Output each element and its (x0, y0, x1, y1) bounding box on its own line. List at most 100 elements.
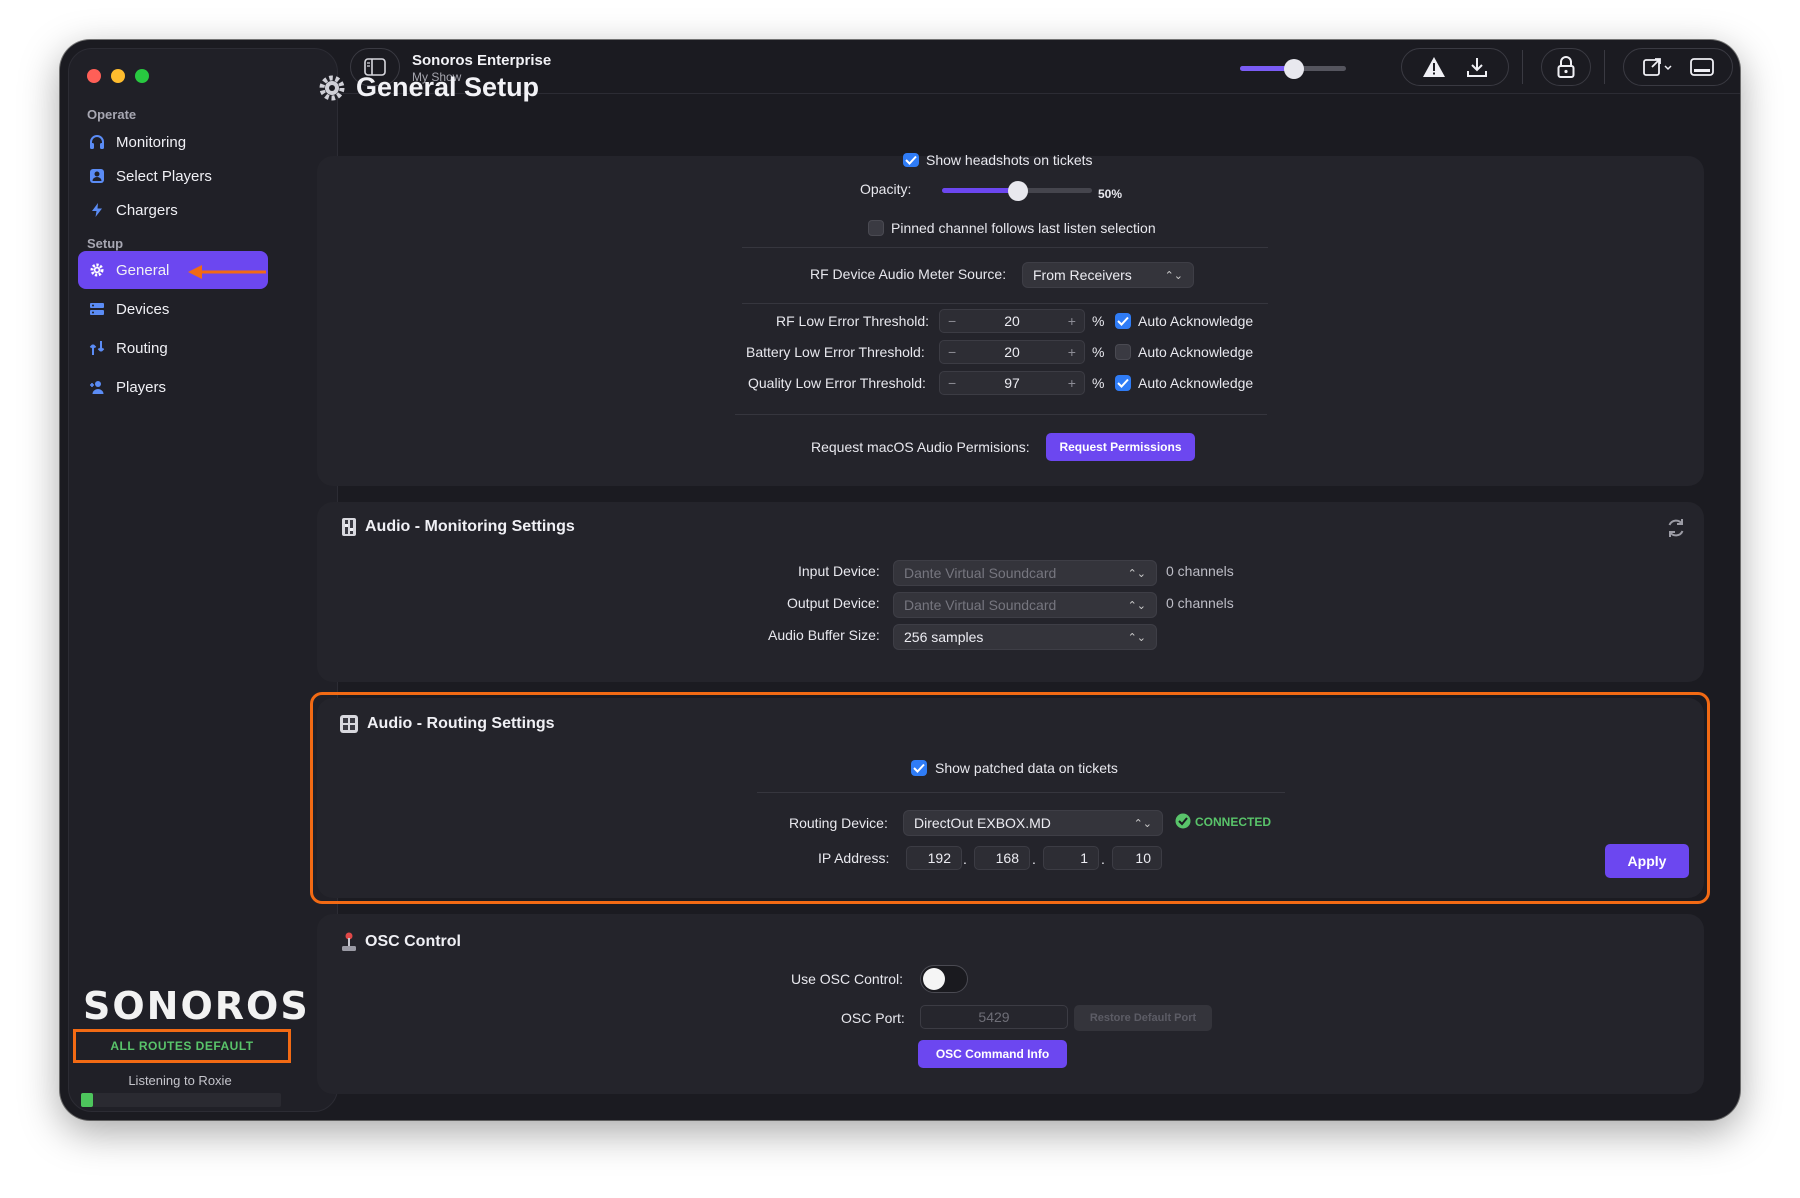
monitoring-settings-title-text: Audio - Monitoring Settings (365, 518, 575, 535)
audio-interface-icon (342, 518, 356, 536)
display-icon[interactable] (1689, 57, 1714, 77)
toolbar-divider (1522, 50, 1523, 84)
use-osc-toggle[interactable] (920, 965, 968, 993)
osc-command-info-button[interactable]: OSC Command Info (918, 1040, 1067, 1068)
window-controls (87, 69, 149, 83)
zoom-window-button[interactable] (135, 69, 149, 83)
ip-octet-4-input[interactable]: 10 (1112, 846, 1162, 870)
ip-separator: . (1032, 851, 1036, 867)
minus-icon[interactable]: − (948, 375, 956, 391)
alert-download-group (1401, 48, 1509, 86)
listening-status: Listening to Roxie (128, 1073, 232, 1088)
input-device-label: Input Device: (798, 563, 880, 579)
download-icon[interactable] (1466, 56, 1488, 78)
minus-icon[interactable]: − (948, 313, 956, 329)
plus-icon[interactable]: + (1068, 344, 1076, 360)
close-window-button[interactable] (87, 69, 101, 83)
battery-threshold-unit: % (1092, 344, 1105, 360)
sidebar-item-monitoring[interactable]: Monitoring (78, 123, 268, 161)
minus-icon[interactable]: − (948, 344, 956, 360)
routing-device-select[interactable]: DirectOut EXBOX.MD ⌃⌄ (903, 810, 1163, 836)
routing-device-label: Routing Device: (789, 815, 888, 831)
volume-slider[interactable] (1240, 59, 1346, 79)
check-circle-icon (1175, 813, 1191, 829)
input-device-channels: 0 channels (1166, 563, 1234, 579)
sidebar-item-label: Players (116, 378, 167, 396)
rf-meter-source-select[interactable]: From Receivers ⌃⌄ (1022, 262, 1194, 288)
battery-auto-acknowledge-checkbox[interactable] (1115, 344, 1131, 360)
minimize-window-button[interactable] (111, 69, 125, 83)
pinned-channel-checkbox[interactable] (868, 220, 884, 236)
sidebar-section-setup: Setup (87, 236, 124, 251)
rf-threshold-stepper[interactable]: − 20 + (939, 309, 1085, 333)
quality-auto-acknowledge-checkbox[interactable] (1115, 375, 1131, 391)
sidebar-item-label: Monitoring (116, 133, 187, 151)
quality-threshold-stepper[interactable]: − 97 + (939, 371, 1085, 395)
opacity-label: Opacity: (860, 181, 912, 197)
opacity-slider[interactable] (942, 181, 1092, 201)
input-device-select[interactable]: Dante Virtual Soundcard ⌃⌄ (893, 560, 1157, 586)
lock-button[interactable] (1541, 48, 1591, 86)
toolbar: Sonoros Enterprise My Show (340, 40, 1740, 94)
players-icon (88, 378, 106, 396)
sidebar-item-players[interactable]: Players (78, 368, 268, 406)
sonoros-logo: SONOROS (83, 984, 310, 1028)
osc-port-input[interactable]: 5429 (920, 1005, 1068, 1029)
arrow-pointer-icon (188, 265, 266, 279)
warning-icon[interactable] (1422, 56, 1446, 78)
apply-button[interactable]: Apply (1605, 844, 1689, 878)
rf-meter-source-value: From Receivers (1033, 267, 1132, 283)
quality-threshold-label: Quality Low Error Threshold: (748, 375, 926, 391)
sidebar-item-general[interactable]: General (78, 251, 268, 289)
sidebar-item-label: General (116, 261, 170, 279)
battery-threshold-stepper[interactable]: − 20 + (939, 340, 1085, 364)
app-title: Sonoros Enterprise (412, 52, 552, 69)
restore-default-port-button[interactable]: Restore Default Port (1074, 1005, 1212, 1031)
sidebar-item-select-players[interactable]: Select Players (78, 157, 268, 195)
buffer-size-label: Audio Buffer Size: (768, 627, 880, 643)
chevron-updown-icon: ⌃⌄ (1133, 817, 1152, 830)
ip-octet-2-input[interactable]: 168 (974, 846, 1030, 870)
use-osc-label: Use OSC Control: (791, 971, 904, 987)
divider (757, 792, 1285, 793)
sidebar-item-chargers[interactable]: Chargers (78, 191, 268, 229)
rf-auto-acknowledge-checkbox[interactable] (1115, 313, 1131, 329)
opacity-slider-knob[interactable] (1008, 181, 1028, 201)
ip-octet-1-input[interactable]: 192 (906, 846, 962, 870)
checkmark-icon (1117, 316, 1129, 326)
show-patched-checkbox[interactable] (911, 760, 927, 776)
show-headshots-label: Show headshots on tickets (926, 152, 1093, 168)
toolbar-divider (1604, 50, 1605, 84)
output-device-select[interactable]: Dante Virtual Soundcard ⌃⌄ (893, 592, 1157, 618)
rf-meter-source-label: RF Device Audio Meter Source: (810, 266, 1007, 282)
refresh-icon[interactable] (1666, 517, 1686, 539)
divider (742, 303, 1268, 304)
volume-slider-knob[interactable] (1284, 59, 1304, 79)
routing-matrix-icon (340, 715, 358, 733)
show-headshots-checkbox[interactable] (903, 153, 919, 167)
monitoring-settings-title: Audio - Monitoring Settings (341, 517, 575, 537)
battery-threshold-label: Battery Low Error Threshold: (746, 344, 925, 360)
quality-threshold-value: 97 (1004, 375, 1020, 391)
rf-auto-acknowledge-label: Auto Acknowledge (1138, 313, 1254, 329)
opacity-value: 50% (1098, 187, 1123, 201)
sidebar-item-devices[interactable]: Devices (78, 290, 268, 328)
routing-device-value: DirectOut EXBOX.MD (914, 815, 1051, 831)
sidebar-item-routing[interactable]: Routing (78, 329, 268, 367)
osc-control-title: OSC Control (341, 932, 461, 952)
checkmark-icon (905, 155, 917, 165)
devices-icon (88, 300, 106, 318)
plus-icon[interactable]: + (1068, 375, 1076, 391)
request-permissions-button[interactable]: Request Permissions (1046, 433, 1195, 461)
buffer-size-select[interactable]: 256 samples ⌃⌄ (893, 624, 1157, 650)
bolt-icon (88, 201, 106, 219)
plus-icon[interactable]: + (1068, 313, 1076, 329)
gear-icon (319, 75, 345, 100)
ip-address-label: IP Address: (818, 850, 890, 866)
rf-threshold-label: RF Low Error Threshold: (776, 313, 930, 329)
opacity-slider-fill (942, 188, 1018, 193)
popout-menu-icon[interactable] (1642, 57, 1673, 77)
sidebar-item-label: Devices (116, 300, 170, 318)
ip-octet-3-input[interactable]: 1 (1043, 846, 1099, 870)
quality-auto-acknowledge-label: Auto Acknowledge (1138, 375, 1254, 391)
